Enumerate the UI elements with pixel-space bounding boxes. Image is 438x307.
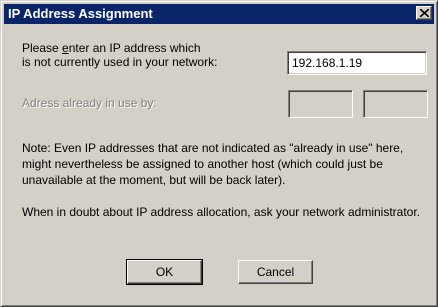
- close-button[interactable]: [416, 6, 432, 20]
- dialog-window: IP Address Assignment Please enter an IP…: [0, 0, 438, 307]
- note-text: Note: Even IP addresses that are not ind…: [22, 141, 404, 187]
- ip-prompt-label: Please enter an IP address which: [22, 41, 201, 55]
- in-use-mac-field: [363, 90, 428, 118]
- cancel-button[interactable]: Cancel: [238, 260, 313, 284]
- in-use-label: Adress already in use by:: [22, 96, 157, 110]
- ok-button[interactable]: OK: [126, 259, 203, 285]
- close-icon: [420, 9, 429, 17]
- advice-text: When in doubt about IP address allocatio…: [22, 205, 420, 219]
- ip-address-input[interactable]: 192.168.1.19: [287, 51, 427, 75]
- prompt-line1-pre: Please: [22, 41, 63, 55]
- title-bar[interactable]: IP Address Assignment: [4, 4, 434, 24]
- dialog-title: IP Address Assignment: [8, 6, 153, 21]
- ip-prompt-label-line2: is not currently used in your network:: [22, 55, 218, 69]
- prompt-accelerator: e: [62, 41, 69, 55]
- prompt-line1-post: nter an IP address which: [68, 41, 201, 55]
- in-use-host-field: [288, 90, 353, 118]
